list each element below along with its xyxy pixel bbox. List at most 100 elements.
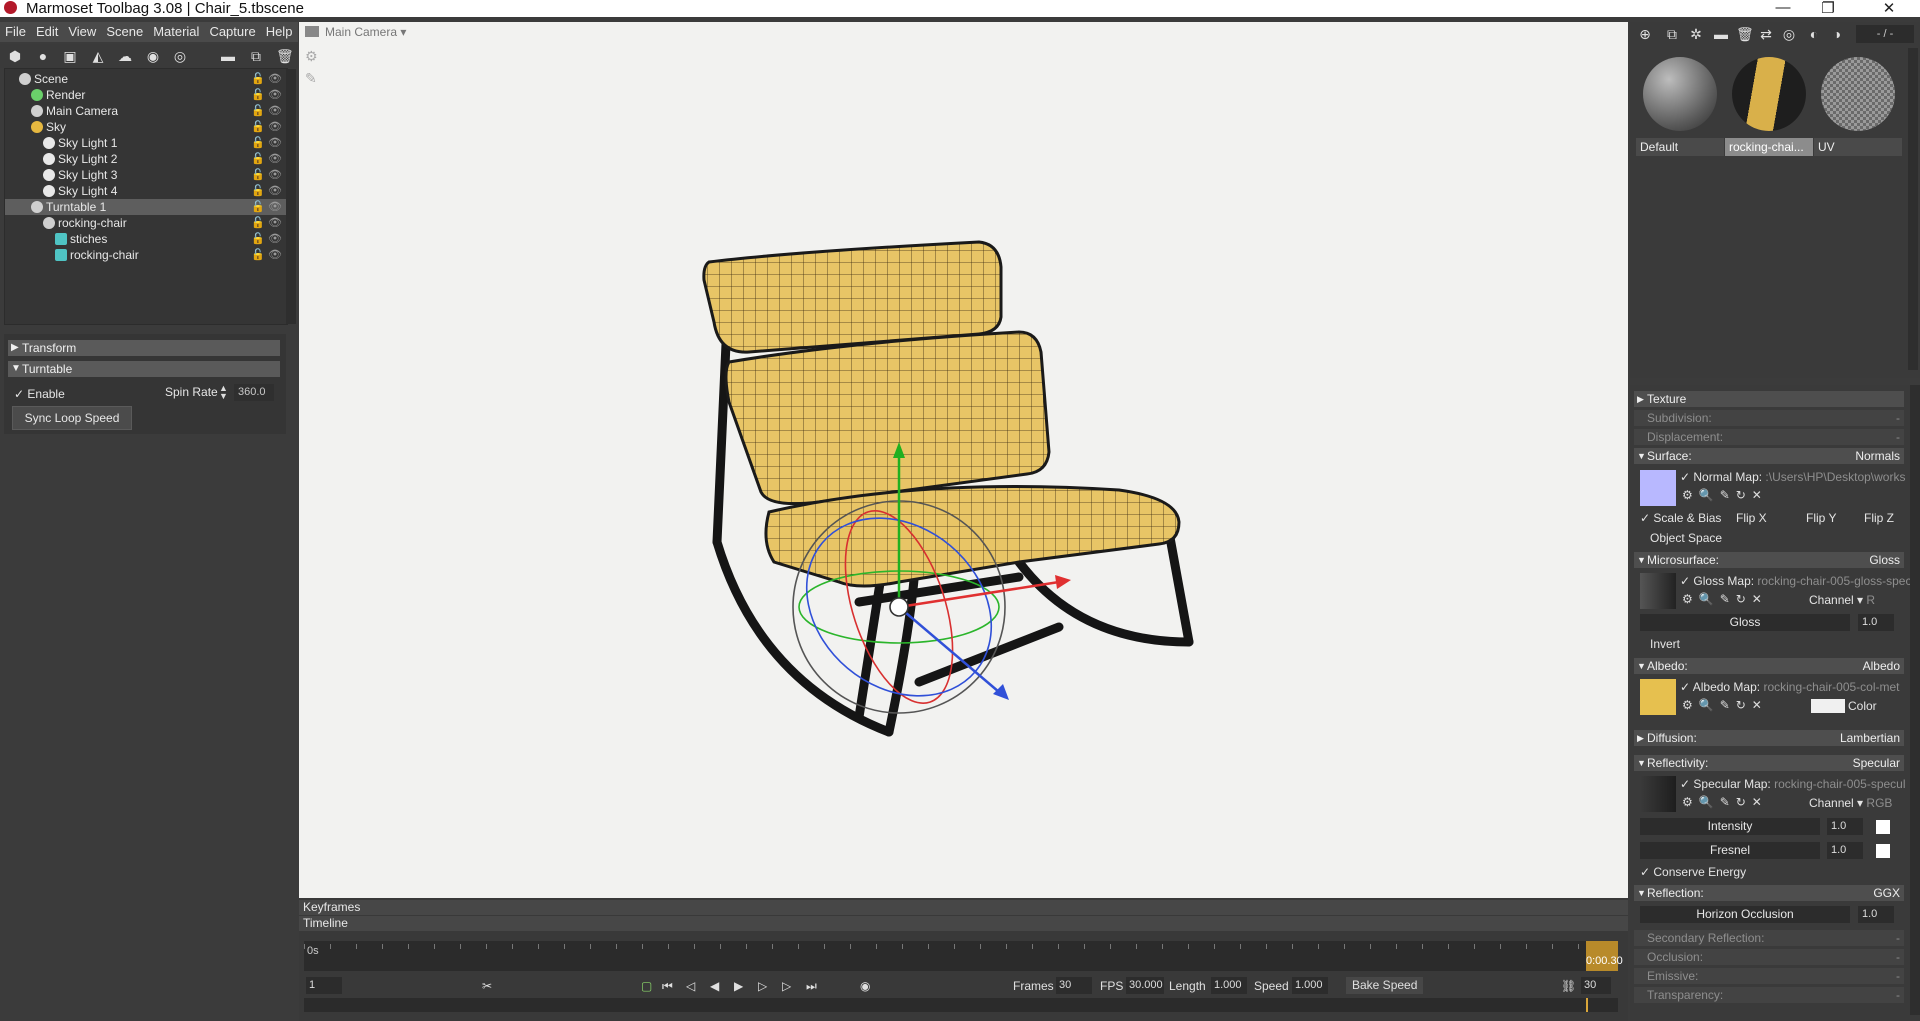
- 3d-viewport[interactable]: Main Camera ▾ ⚙ ✎: [299, 22, 1628, 898]
- timeline-bar[interactable]: Timeline: [299, 916, 1628, 931]
- invert-checkbox[interactable]: Invert: [1650, 636, 1680, 652]
- fresnel-color-swatch[interactable]: [1876, 844, 1890, 858]
- menu-material[interactable]: Material: [148, 22, 204, 42]
- keyframes-bar[interactable]: Keyframes: [299, 900, 1628, 915]
- step-forward-icon[interactable]: ▷: [758, 978, 767, 994]
- lock-icon[interactable]: 🔓: [251, 231, 265, 247]
- gloss-value-field[interactable]: 1.0: [1858, 614, 1894, 631]
- add-turntable-icon[interactable]: ◉: [145, 48, 161, 64]
- new-material-icon[interactable]: ⊕: [1637, 26, 1653, 42]
- surface-value[interactable]: Normals: [1855, 448, 1900, 464]
- shuffle-icon[interactable]: ⇄: [1758, 26, 1774, 42]
- fps-field[interactable]: 30.000: [1126, 977, 1164, 994]
- speed-field[interactable]: 1.000: [1292, 977, 1328, 994]
- timeline-ruler[interactable]: 0s 0:00.30: [304, 941, 1623, 971]
- menu-view[interactable]: View: [63, 22, 101, 42]
- albedo-value[interactable]: Albedo: [1863, 658, 1900, 674]
- pick-material-icon[interactable]: ◎: [1781, 26, 1797, 42]
- visibility-eye-icon[interactable]: 👁: [268, 215, 282, 231]
- microsurface-section[interactable]: ▼ Microsurface: Gloss: [1634, 552, 1904, 568]
- close-button[interactable]: ✕: [1874, 0, 1904, 17]
- albedo-map-swatch[interactable]: [1640, 679, 1676, 715]
- intensity-color-swatch[interactable]: [1876, 820, 1890, 834]
- gloss-channel-select[interactable]: Channel ▾ R: [1809, 592, 1875, 608]
- timeline-scrubber[interactable]: [304, 998, 1618, 1012]
- displacement-section[interactable]: Displacement: -: [1634, 429, 1904, 445]
- reflectivity-value[interactable]: Specular: [1853, 755, 1900, 771]
- intensity-value-field[interactable]: 1.0: [1827, 818, 1863, 835]
- add-light-icon[interactable]: ●: [35, 48, 51, 64]
- current-frame-field[interactable]: 1: [306, 977, 342, 994]
- flip-z-checkbox[interactable]: Flip Z: [1864, 510, 1894, 526]
- emissive-section[interactable]: Emissive: -: [1634, 968, 1904, 984]
- scene-tree-item[interactable]: Sky Light 3 🔓 👁: [5, 167, 287, 183]
- gloss-map-row[interactable]: ✓ Gloss Map: rocking-chair-005-gloss-spe…: [1680, 573, 1911, 589]
- record-icon[interactable]: ◉: [860, 978, 870, 994]
- visibility-eye-icon[interactable]: 👁: [268, 103, 282, 119]
- open-folder-icon[interactable]: ▬: [1713, 26, 1729, 42]
- duplicate-material-icon[interactable]: ⧉: [1664, 26, 1680, 42]
- specular-map-tools[interactable]: ⚙🔍✎↻✕: [1682, 795, 1768, 809]
- gloss-map-tools[interactable]: ⚙🔍✎↻✕: [1682, 592, 1768, 606]
- menu-help[interactable]: Help: [261, 22, 298, 42]
- lock-icon[interactable]: 🔓: [251, 151, 265, 167]
- scene-tree-item[interactable]: Sky 🔓 👁: [5, 119, 287, 135]
- scene-tree-item[interactable]: stiches 🔓 👁: [5, 231, 287, 247]
- step-forward-key-icon[interactable]: ▷: [782, 978, 791, 994]
- skip-to-end-icon[interactable]: ⏭: [806, 978, 817, 994]
- horizon-occlusion-slider[interactable]: Horizon Occlusion: [1640, 906, 1850, 923]
- specular-map-row[interactable]: ✓ Specular Map: rocking-chair-005-specul: [1680, 776, 1906, 792]
- material-library-scrollbar[interactable]: [1908, 48, 1918, 370]
- lock-icon[interactable]: 🔓: [251, 87, 265, 103]
- sync-loop-speed-button[interactable]: Sync Loop Speed: [12, 406, 132, 430]
- reflection-value[interactable]: GGX: [1873, 885, 1900, 901]
- bake-speed-button[interactable]: Bake Speed: [1346, 977, 1424, 994]
- lock-icon[interactable]: 🔓: [251, 199, 265, 215]
- diffusion-value[interactable]: Lambertian: [1840, 730, 1900, 746]
- lock-icon[interactable]: 🔓: [251, 119, 265, 135]
- material-grid-icon[interactable]: ✲: [1688, 26, 1704, 42]
- scene-tree-item[interactable]: Sky Light 1 🔓 👁: [5, 135, 287, 151]
- normal-map-swatch[interactable]: [1640, 470, 1676, 506]
- material-thumb-rocking-chair[interactable]: rocking-chai...: [1725, 52, 1813, 156]
- menu-capture[interactable]: Capture: [204, 22, 260, 42]
- reflection-section[interactable]: ▼ Reflection: GGX: [1634, 885, 1904, 901]
- intensity-slider[interactable]: Intensity: [1640, 818, 1820, 835]
- lock-icon[interactable]: 🔓: [251, 135, 265, 151]
- menu-file[interactable]: File: [0, 22, 31, 42]
- scene-tree-item[interactable]: Turntable 1 🔓 👁: [5, 199, 287, 215]
- loop-toggle-icon[interactable]: ▢: [641, 978, 652, 994]
- lock-icon[interactable]: 🔓: [251, 103, 265, 119]
- gloss-map-swatch[interactable]: [1640, 573, 1676, 609]
- restore-button[interactable]: ❐: [1813, 0, 1843, 17]
- normal-map-tools[interactable]: ⚙🔍✎↻✕: [1682, 488, 1768, 502]
- visibility-eye-icon[interactable]: 👁: [268, 183, 282, 199]
- scene-tree-item[interactable]: Main Camera 🔓 👁: [5, 103, 287, 119]
- play-icon[interactable]: ▶: [734, 978, 743, 994]
- step-back-icon[interactable]: ◀: [710, 978, 719, 994]
- albedo-map-row[interactable]: ✓ Albedo Map: rocking-chair-005-col-met: [1680, 679, 1900, 695]
- duplicate-icon[interactable]: ⧉: [248, 48, 264, 64]
- scene-tree-item[interactable]: rocking-chair 🔓 👁: [5, 247, 287, 263]
- lock-icon[interactable]: 🔓: [251, 71, 265, 87]
- new-folder-icon[interactable]: ▬: [220, 48, 236, 64]
- surface-section[interactable]: ▼ Surface: Normals: [1634, 448, 1904, 464]
- lock-icon[interactable]: 🔓: [251, 167, 265, 183]
- specular-channel-select[interactable]: Channel ▾ RGB: [1809, 795, 1892, 811]
- delete-material-icon[interactable]: 🗑: [1736, 26, 1754, 42]
- scene-tree-item[interactable]: Sky Light 2 🔓 👁: [5, 151, 287, 167]
- visibility-eye-icon[interactable]: 👁: [268, 71, 282, 87]
- material-thumb-uv[interactable]: UV: [1814, 52, 1902, 156]
- visibility-eye-icon[interactable]: 👁: [268, 135, 282, 151]
- gloss-slider[interactable]: Gloss: [1640, 614, 1850, 631]
- lock-icon[interactable]: 🔓: [251, 215, 265, 231]
- link-icon[interactable]: ⛓: [1561, 978, 1576, 994]
- turntable-section-header[interactable]: ▼ Turntable: [8, 361, 280, 377]
- spin-rate-field[interactable]: 360.0: [234, 384, 274, 401]
- visibility-eye-icon[interactable]: 👁: [268, 87, 282, 103]
- lock-icon[interactable]: 🔓: [251, 183, 265, 199]
- specular-map-swatch[interactable]: [1640, 776, 1676, 812]
- flip-y-checkbox[interactable]: Flip Y: [1806, 510, 1836, 526]
- visibility-eye-icon[interactable]: 👁: [268, 231, 282, 247]
- delete-icon[interactable]: 🗑: [276, 48, 294, 64]
